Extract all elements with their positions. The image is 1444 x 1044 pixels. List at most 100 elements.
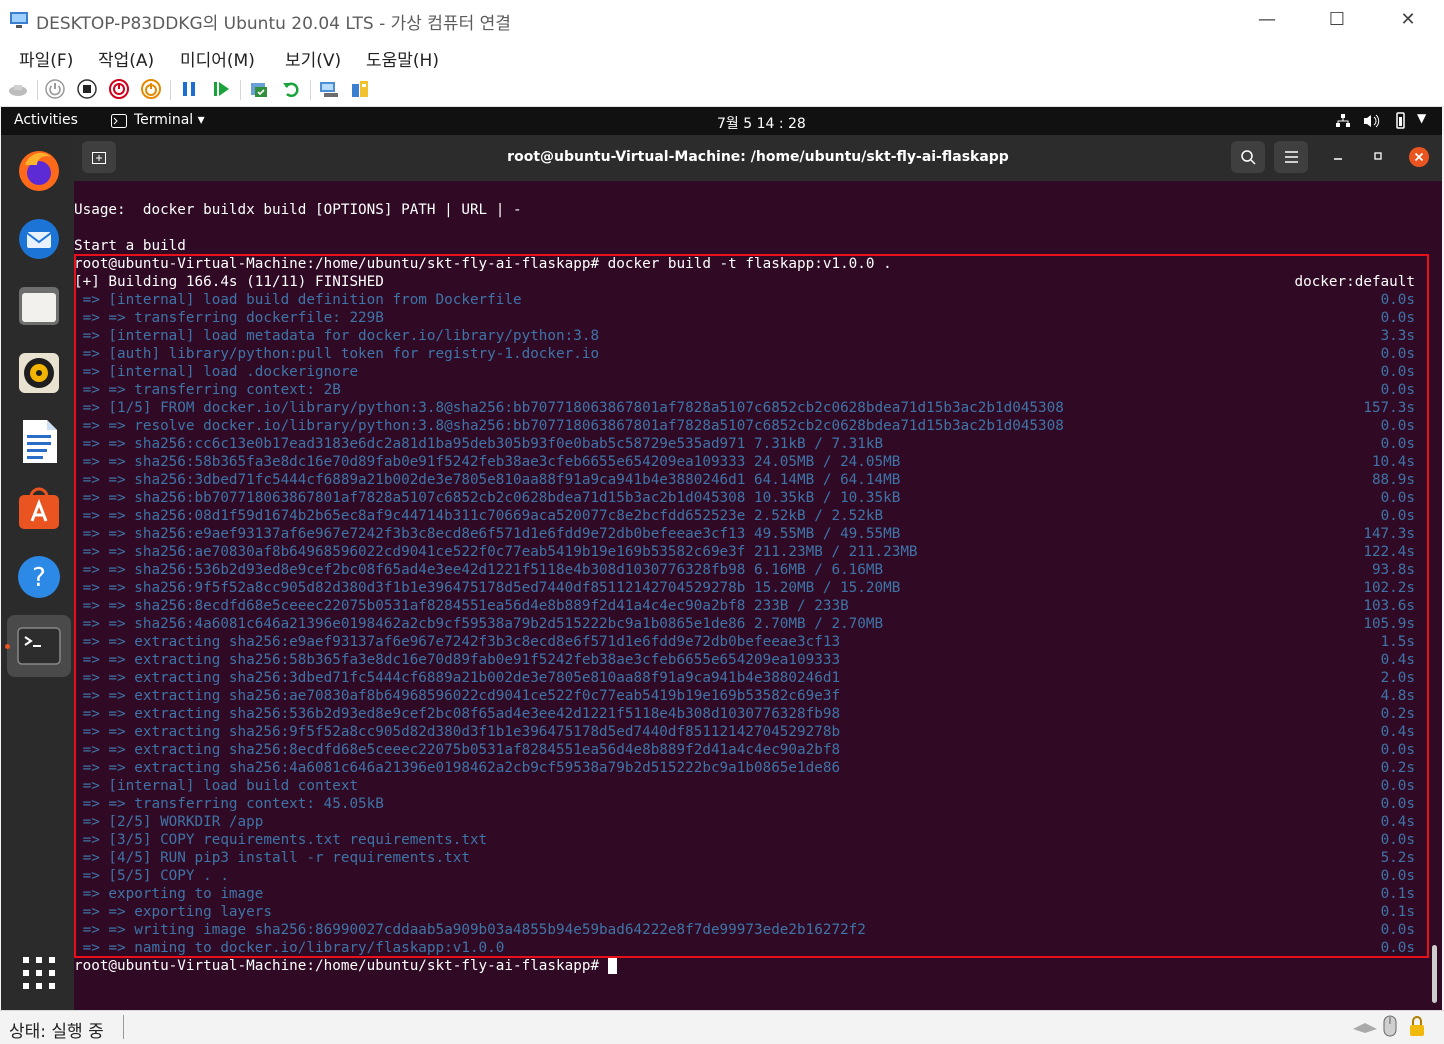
turn-off-icon[interactable] — [77, 79, 97, 99]
ctrl-alt-del-icon[interactable] — [8, 79, 28, 99]
search-button[interactable] — [1231, 141, 1265, 173]
terminal-line: => => sha256:8ecdfd68e5ceeec22075b0531af… — [74, 598, 849, 614]
terminal-line-time: 0.0s — [1380, 292, 1415, 308]
libreoffice-writer-icon[interactable] — [15, 417, 63, 465]
resume-icon[interactable] — [211, 79, 231, 99]
system-menu-arrow-icon[interactable]: ▼ — [1417, 111, 1426, 125]
terminal-line: => => transferring context: 45.05kB — [74, 796, 384, 812]
terminal-line-time: 102.2s — [1363, 580, 1415, 596]
terminal-line-time: 0.0s — [1380, 922, 1415, 938]
pause-icon[interactable] — [179, 79, 199, 99]
battery-icon[interactable] — [1391, 112, 1409, 129]
clock[interactable]: 7월 5 14 : 28 — [717, 113, 806, 133]
close-icon[interactable] — [1409, 147, 1429, 167]
toolbar-separator — [240, 80, 241, 100]
terminal-line-time: 3.3s — [1380, 328, 1415, 344]
terminal-line-time: 0.0s — [1380, 310, 1415, 326]
enhanced-session-icon[interactable] — [319, 79, 339, 99]
terminal-line: => => sha256:cc6c13e0b17ead3183e6dc2a81d… — [74, 436, 884, 452]
terminal-line: => => extracting sha256:8ecdfd68e5ceeec2… — [74, 742, 841, 758]
terminal-line: => => resolve docker.io/library/python:3… — [74, 418, 1064, 434]
share-icon[interactable] — [350, 79, 370, 99]
terminal-line: Start a build — [74, 238, 186, 254]
terminal-line-time: 122.4s — [1363, 544, 1415, 560]
show-applications-icon[interactable] — [15, 949, 63, 997]
menu-help[interactable]: 도움말(H) — [366, 46, 439, 71]
shutdown-icon[interactable] — [109, 79, 129, 99]
rhythmbox-icon[interactable] — [15, 349, 63, 397]
terminal-line-time: 157.3s — [1363, 400, 1415, 416]
activities-button[interactable]: Activities — [14, 112, 78, 128]
terminal-line: => [internal] load build definition from… — [74, 292, 522, 308]
maximize-icon[interactable] — [1373, 151, 1383, 161]
terminal-app-icon — [111, 114, 127, 128]
terminal-line: => [5/5] COPY . . — [74, 868, 229, 884]
ubuntu-software-icon[interactable] — [15, 485, 63, 533]
minimize-button[interactable]: — — [1252, 8, 1282, 32]
terminal-line: => => extracting sha256:ae70830af8b64968… — [74, 688, 841, 704]
revert-icon[interactable] — [281, 79, 301, 99]
terminal-line-time: 0.0s — [1380, 796, 1415, 812]
menu-file[interactable]: 파일(F) — [19, 46, 73, 71]
minimize-icon[interactable] — [1333, 151, 1343, 161]
status-separator — [123, 1015, 124, 1039]
terminal-line: => => extracting sha256:58b365fa3e8dc16e… — [74, 652, 841, 668]
checkpoint-icon[interactable] — [249, 79, 269, 99]
terminal-line-time: 0.0s — [1380, 436, 1415, 452]
firefox-icon[interactable] — [15, 145, 63, 193]
terminal-line-time: 103.6s — [1363, 598, 1415, 614]
terminal-scrollbar[interactable] — [1432, 945, 1437, 1003]
terminal-line: => exporting to image — [74, 886, 264, 902]
terminal-line: => => transferring context: 2B — [74, 382, 341, 398]
terminal-line: root@ubuntu-Virtual-Machine:/home/ubuntu… — [74, 256, 892, 272]
toolbar — [0, 72, 1444, 107]
menu-view[interactable]: 보기(V) — [285, 46, 341, 71]
terminal-line: => => sha256:e9aef93137af6e967e7242f3b3c… — [74, 526, 901, 542]
save-state-icon[interactable] — [141, 79, 161, 99]
app-menu[interactable]: Terminal ▾ — [134, 112, 205, 128]
volume-icon[interactable] — [1363, 113, 1380, 129]
terminal-line: => [3/5] COPY requirements.txt requireme… — [74, 832, 488, 848]
terminal-line-time: 0.4s — [1380, 814, 1415, 830]
terminal-line: => => sha256:08d1f59d1674b2b65ec8af9c447… — [74, 508, 884, 524]
terminal-line: => => transferring dockerfile: 229B — [74, 310, 384, 326]
menu-action[interactable]: 작업(A) — [98, 46, 154, 71]
terminal-line-time: 5.2s — [1380, 850, 1415, 866]
terminal-line: => [1/5] FROM docker.io/library/python:3… — [74, 400, 1064, 416]
vm-connect-icon — [10, 12, 28, 28]
terminal-line: Usage: docker buildx build [OPTIONS] PAT… — [74, 202, 522, 218]
terminal-line: => [2/5] WORKDIR /app — [74, 814, 264, 830]
terminal-line: => => extracting sha256:e9aef93137af6e96… — [74, 634, 841, 650]
terminal-line-time: 147.3s — [1363, 526, 1415, 542]
menu-button[interactable] — [1274, 141, 1308, 173]
terminal-output[interactable]: Usage: docker buildx build [OPTIONS] PAT… — [74, 181, 1442, 1010]
terminal-line: => => sha256:9f5f52a8cc905d82d380d3f1b1e… — [74, 580, 901, 596]
vm-status: 상태: 실행 중 — [9, 1022, 104, 1042]
close-button[interactable]: ✕ — [1393, 8, 1423, 32]
files-icon[interactable] — [15, 281, 63, 329]
maximize-button[interactable]: ☐ — [1322, 8, 1352, 32]
terminal-line-time: 0.1s — [1380, 904, 1415, 920]
terminal-line: => [internal] load .dockerignore — [74, 364, 359, 380]
start-icon[interactable] — [45, 79, 65, 99]
terminal-line-time: 10.4s — [1371, 454, 1415, 470]
dock: ? — [1, 135, 74, 1010]
terminal-line-time: 0.0s — [1380, 382, 1415, 398]
terminal-icon[interactable] — [15, 622, 63, 670]
thunderbird-icon[interactable] — [15, 213, 63, 261]
terminal-header-bar: root@ubuntu-Virtual-Machine: /home/ubunt… — [74, 135, 1442, 181]
terminal-line-time: 0.2s — [1380, 706, 1415, 722]
terminal-line-time: 93.8s — [1371, 562, 1415, 578]
terminal-line-time: 0.1s — [1380, 886, 1415, 902]
terminal-line-time: 0.0s — [1380, 832, 1415, 848]
terminal-line: => [4/5] RUN pip3 install -r requirement… — [74, 850, 470, 866]
terminal-line: => => sha256:4a6081c646a21396e0198462a2c… — [74, 616, 884, 632]
terminal-line: => => sha256:3dbed71fc5444cf6889a21b002d… — [74, 472, 901, 488]
terminal-line-time: 0.4s — [1380, 652, 1415, 668]
help-icon[interactable]: ? — [15, 553, 63, 601]
menu-media[interactable]: 미디어(M) — [180, 46, 255, 71]
network-icon[interactable] — [1335, 113, 1351, 129]
mouse-icon — [1383, 1015, 1397, 1037]
terminal-line: root@ubuntu-Virtual-Machine:/home/ubuntu… — [74, 958, 608, 974]
terminal-line-time: 1.5s — [1380, 634, 1415, 650]
